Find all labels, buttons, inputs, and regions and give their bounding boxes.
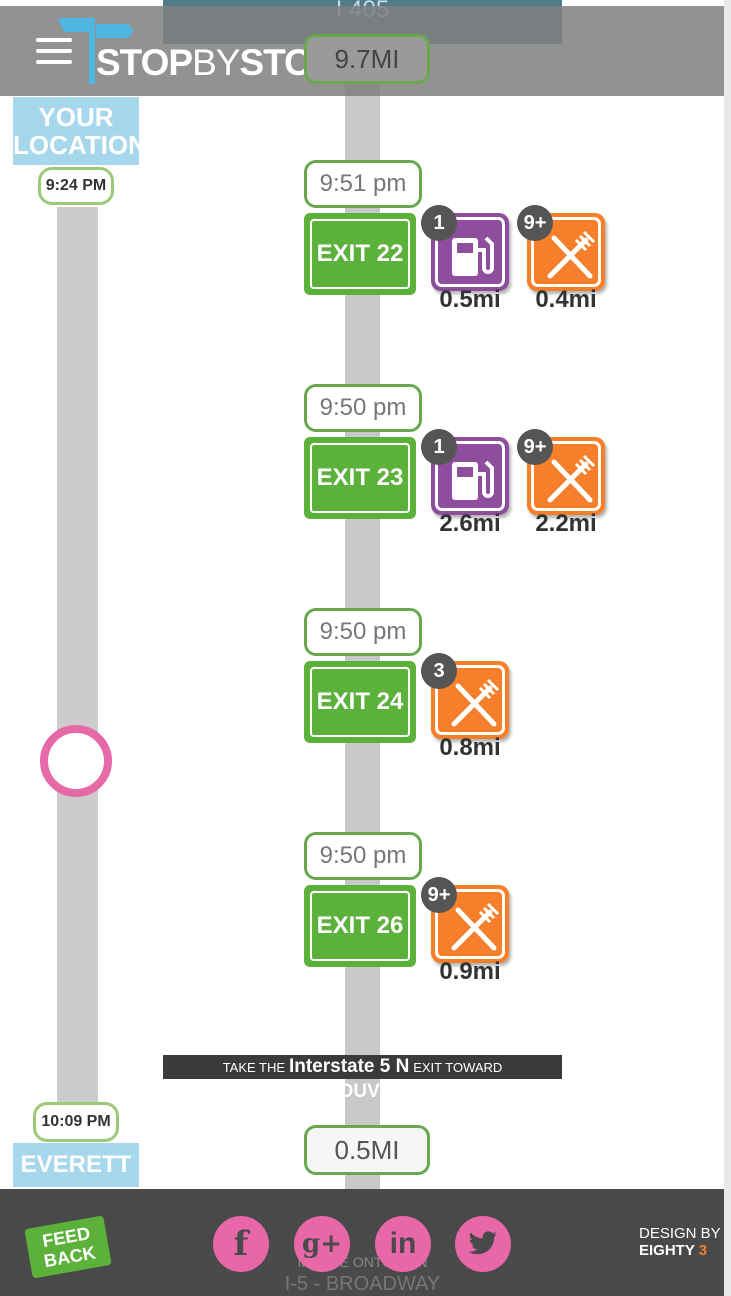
restaurant-button[interactable]: 9+ — [517, 429, 605, 515]
gas-distance: 2.6mi — [439, 510, 501, 537]
design-by-label: DESIGN BY — [639, 1225, 721, 1242]
end-time: 10:09 PM — [33, 1102, 119, 1142]
direction-banner: Take the Interstate 5 N exit toward Vanc… — [163, 1055, 562, 1102]
direction-destination: Vancouver BC — [286, 1081, 439, 1102]
food-count-badge: 9+ — [517, 429, 553, 465]
app-logo[interactable]: STOPBYSTOP — [58, 16, 337, 88]
food-count-badge: 9+ — [517, 205, 553, 241]
gas-count-badge: 1 — [421, 429, 457, 465]
gas-station-button[interactable]: 1 — [421, 205, 509, 291]
google-plus-icon[interactable]: g+ — [294, 1216, 350, 1272]
gas-pump-icon — [452, 236, 494, 276]
exit-arrival-time: 9:50 pm — [304, 608, 422, 656]
progress-track — [57, 207, 98, 1107]
direction-highway: Interstate 5 N — [288, 1056, 410, 1077]
distance-pill-top: 9.7MI — [304, 34, 430, 84]
exit-arrival-time: 9:51 pm — [304, 160, 422, 208]
restaurant-button[interactable]: 9+ — [421, 877, 509, 963]
direction-text: Take the — [222, 1060, 286, 1075]
start-time: 9:24 PM — [38, 167, 114, 205]
fork-knife-icon — [547, 454, 596, 503]
start-label-line: YOUR — [38, 102, 114, 132]
right-edge — [724, 0, 731, 1296]
studio-name: EIGHTY — [639, 1242, 695, 1259]
exit-label: EXIT 23 — [310, 443, 410, 513]
gas-distance: 0.5mi — [439, 286, 501, 313]
design-credit[interactable]: DESIGN BY EIGHTY 3 — [639, 1225, 721, 1259]
food-distance: 0.4mi — [535, 286, 597, 313]
twitter-bird-icon — [468, 1231, 497, 1255]
logo-wordmark: STOPBYSTOP — [96, 42, 337, 84]
facebook-icon[interactable]: f — [213, 1216, 269, 1272]
linkedin-icon[interactable]: in — [375, 1216, 431, 1272]
exit-sign[interactable]: EXIT 23 — [304, 437, 416, 519]
exit-sign[interactable]: EXIT 22 — [304, 213, 416, 295]
food-count-badge: 3 — [421, 653, 457, 689]
gas-pump-icon — [452, 460, 494, 500]
current-position-marker — [40, 725, 112, 797]
start-label-line: LOCATION — [13, 130, 147, 160]
food-distance: 0.8mi — [439, 734, 501, 761]
twitter-icon[interactable] — [455, 1216, 511, 1272]
start-location-label: YOUR LOCATION — [13, 97, 147, 165]
logo-part: BY — [192, 42, 240, 83]
food-distance: 2.2mi — [535, 510, 597, 537]
distance-pill-bottom: 0.5MI — [304, 1125, 430, 1175]
studio-number: 3 — [698, 1242, 708, 1259]
gas-count-badge: 1 — [421, 205, 457, 241]
food-count-badge: 9+ — [421, 877, 457, 913]
direction-text: exit toward — [413, 1060, 503, 1075]
fork-knife-icon — [547, 230, 596, 279]
logo-part: STOP — [96, 42, 193, 83]
exit-label: EXIT 22 — [310, 219, 410, 289]
exit-label: EXIT 26 — [310, 891, 410, 961]
food-distance: 0.9mi — [439, 958, 501, 985]
exit-sign[interactable]: EXIT 26 — [304, 885, 416, 967]
fork-knife-icon — [451, 678, 500, 727]
fork-knife-icon — [451, 902, 500, 951]
exit-label: EXIT 24 — [310, 667, 410, 737]
restaurant-button[interactable]: 9+ — [517, 205, 605, 291]
exit-sign[interactable]: EXIT 24 — [304, 661, 416, 743]
gas-station-button[interactable]: 1 — [421, 429, 509, 515]
restaurant-button[interactable]: 3 — [421, 653, 509, 739]
exit-arrival-time: 9:50 pm — [304, 384, 422, 432]
destination-label: EVERETT — [13, 1143, 139, 1187]
footer-route-line: I-5 - BROADWAY — [284, 1273, 441, 1295]
exit-arrival-time: 9:50 pm — [304, 832, 422, 880]
